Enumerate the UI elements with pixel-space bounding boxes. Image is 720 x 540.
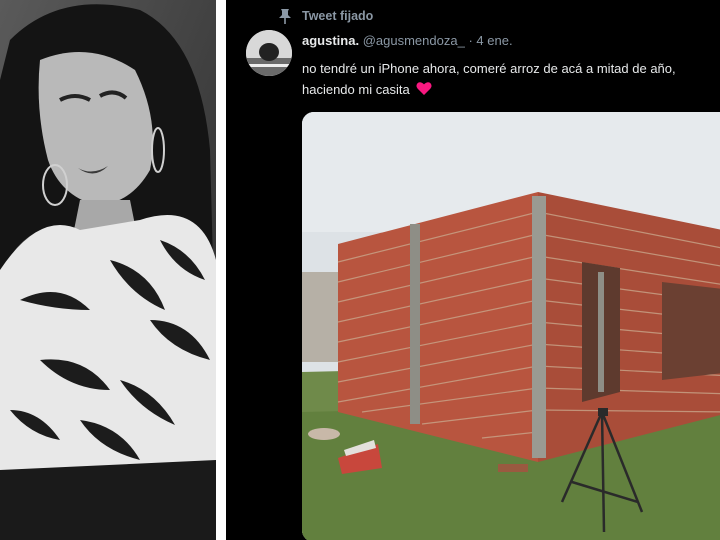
user-handle[interactable]: @agusmendoza_ — [363, 33, 465, 48]
portrait-photo — [0, 0, 216, 540]
tweet-media-photo[interactable] — [302, 112, 720, 540]
tweet-card[interactable]: Tweet fijado agustina. @agusmendoza_ · 4… — [226, 0, 720, 540]
pinned-label: Tweet fijado — [302, 9, 374, 23]
avatar[interactable] — [246, 30, 292, 76]
tweet-header: agustina. @agusmendoza_ · 4 ene. — [302, 33, 513, 48]
display-name[interactable]: agustina. — [302, 33, 359, 48]
separator-dot: · — [468, 33, 473, 48]
heart-icon — [416, 81, 432, 96]
tweet-date[interactable]: 4 ene. — [476, 33, 512, 48]
tweet-text-line1: no tendré un iPhone ahora, comeré arroz … — [302, 61, 676, 76]
tweet-text: no tendré un iPhone ahora, comeré arroz … — [302, 58, 720, 100]
tweet-text-line2: haciendo mi casita — [302, 82, 410, 97]
pinned-indicator: Tweet fijado — [278, 8, 373, 24]
pin-icon — [278, 8, 292, 24]
